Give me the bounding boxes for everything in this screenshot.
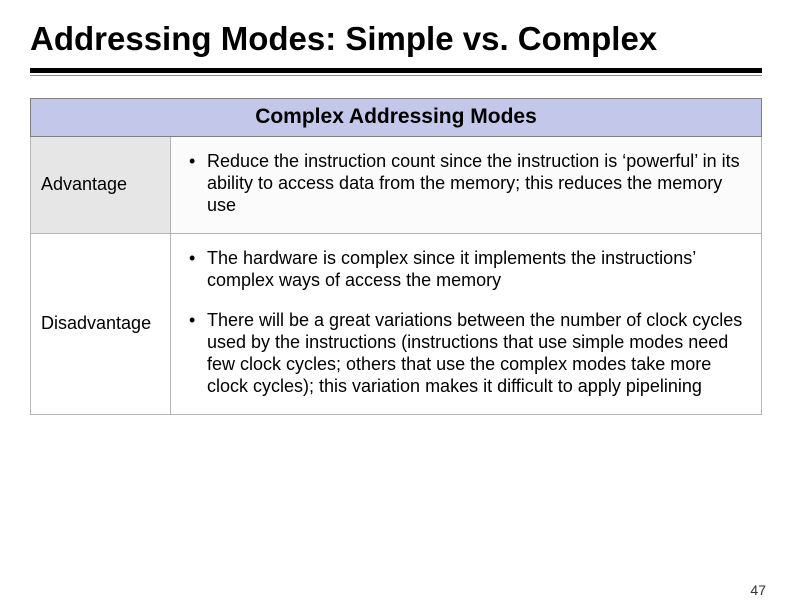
row-content-disadvantage: The hardware is complex since it impleme… bbox=[171, 233, 762, 414]
slide: Addressing Modes: Simple vs. Complex Com… bbox=[0, 0, 792, 612]
modes-table: Complex Addressing Modes Advantage Reduc… bbox=[30, 98, 762, 415]
table-row: Disadvantage The hardware is complex sin… bbox=[31, 233, 762, 414]
bullet-list: Reduce the instruction count since the i… bbox=[185, 151, 747, 217]
rule-thick bbox=[30, 68, 762, 73]
bullet-item: Reduce the instruction count since the i… bbox=[185, 151, 747, 217]
bullet-item: There will be a great variations between… bbox=[185, 310, 747, 398]
bullet-item: The hardware is complex since it impleme… bbox=[185, 248, 747, 292]
table-row: Advantage Reduce the instruction count s… bbox=[31, 137, 762, 234]
row-label-disadvantage: Disadvantage bbox=[31, 233, 171, 414]
row-content-advantage: Reduce the instruction count since the i… bbox=[171, 137, 762, 234]
slide-title: Addressing Modes: Simple vs. Complex bbox=[30, 20, 762, 58]
row-label-advantage: Advantage bbox=[31, 137, 171, 234]
table-header: Complex Addressing Modes bbox=[31, 99, 762, 137]
page-number: 47 bbox=[750, 582, 766, 598]
bullet-list: The hardware is complex since it impleme… bbox=[185, 248, 747, 398]
title-rule bbox=[30, 68, 762, 76]
rule-thin bbox=[30, 75, 762, 76]
